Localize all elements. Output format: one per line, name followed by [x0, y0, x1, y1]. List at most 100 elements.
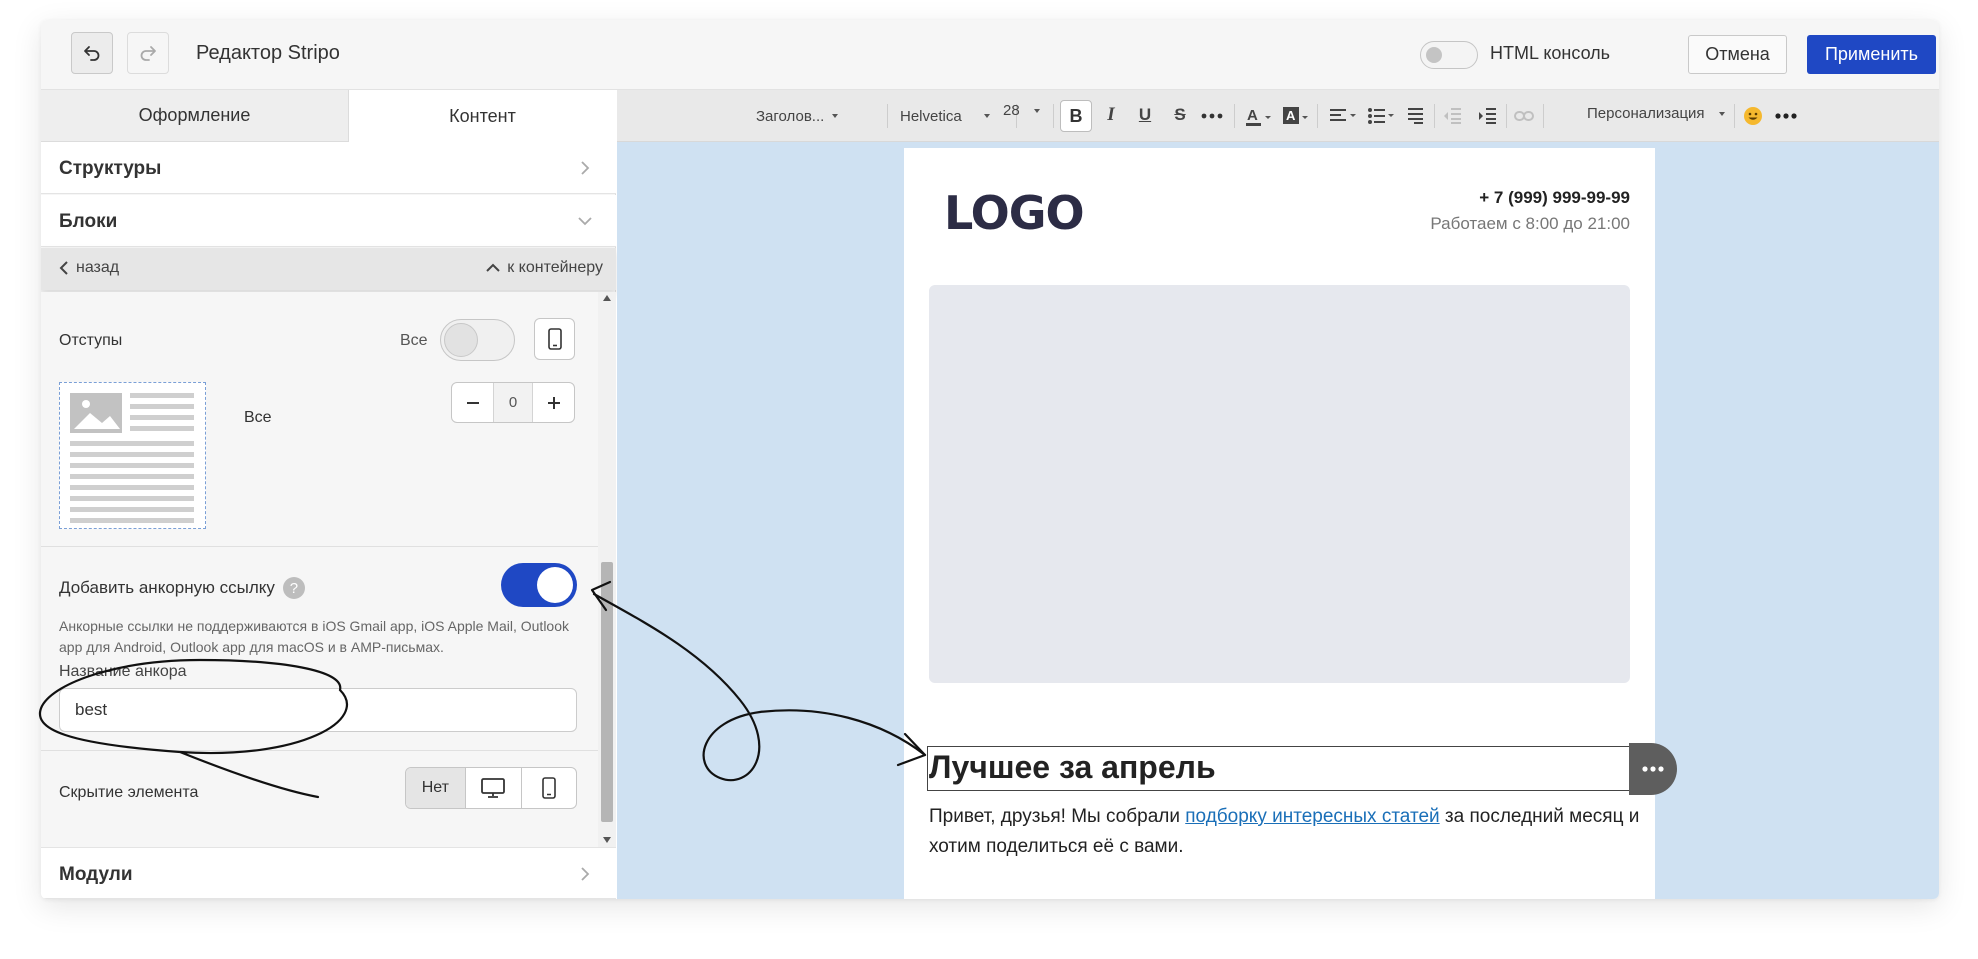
- hide-element-selector: Нет: [405, 767, 577, 809]
- articles-link[interactable]: подборку интересных статей: [1185, 806, 1439, 827]
- section-blocks[interactable]: Блоки: [41, 195, 616, 247]
- phone-number[interactable]: + 7 (999) 999-99-99: [1479, 188, 1630, 208]
- section-modules[interactable]: Модули: [41, 847, 616, 899]
- redo-icon: [140, 46, 156, 61]
- more-tools-icon[interactable]: [1775, 113, 1797, 119]
- section-label: Модули: [59, 864, 133, 885]
- scroll-down-arrow[interactable]: [603, 837, 611, 843]
- italic-button[interactable]: I: [1099, 104, 1123, 126]
- email-canvas[interactable]: LOGO + 7 (999) 999-99-99 Работаем с 8:00…: [617, 142, 1939, 899]
- divider: [41, 750, 598, 751]
- section-label: Структуры: [59, 158, 162, 179]
- hide-mobile-option[interactable]: [522, 768, 576, 808]
- back-link[interactable]: назад: [59, 259, 119, 277]
- tab-design[interactable]: Оформление: [41, 90, 349, 142]
- personalization-label: Персонализация: [1587, 105, 1705, 122]
- anchor-link-toggle[interactable]: [501, 563, 577, 607]
- cancel-button[interactable]: Отмена: [1688, 35, 1787, 74]
- to-container-link[interactable]: к контейнеру: [486, 259, 603, 277]
- logo[interactable]: LOGO: [944, 186, 1085, 240]
- redo-button[interactable]: [127, 32, 169, 74]
- strikethrough-button[interactable]: S: [1168, 105, 1192, 125]
- padding-stepper: 0: [451, 382, 575, 423]
- text-color-icon[interactable]: A: [1245, 106, 1273, 128]
- email-body-text[interactable]: Привет, друзья! Мы собрали подборку инте…: [929, 802, 1641, 862]
- app-title: Редактор Stripo: [196, 42, 340, 64]
- chevron-left-icon: [59, 261, 68, 275]
- padding-all-value-label: Все: [244, 409, 272, 426]
- chevron-down-icon: [578, 217, 592, 226]
- panel-scrollbar[interactable]: [598, 292, 616, 847]
- block-more-button[interactable]: [1629, 743, 1677, 795]
- scroll-up-arrow[interactable]: [603, 295, 611, 301]
- email-headline[interactable]: Лучшее за апрель: [929, 749, 1216, 786]
- toggle-knob: [537, 567, 573, 603]
- decrement-button[interactable]: [452, 383, 493, 422]
- html-console-toggle[interactable]: [1420, 41, 1478, 69]
- toolbar-separator: [1317, 104, 1318, 128]
- background-color-icon[interactable]: A: [1282, 106, 1310, 128]
- font-size-control[interactable]: 28: [1003, 102, 1040, 119]
- chevron-right-icon: [581, 867, 590, 881]
- anchor-name-input[interactable]: [59, 688, 577, 732]
- padding-all-toggle[interactable]: [440, 319, 515, 361]
- list-icon[interactable]: [1367, 107, 1397, 125]
- toggle-knob: [444, 323, 478, 357]
- anchor-name-label: Название анкора: [59, 663, 187, 680]
- anchor-link-label: Добавить анкорную ссылку ?: [59, 577, 305, 599]
- help-icon[interactable]: ?: [282, 577, 305, 599]
- more-dots-icon: [1642, 766, 1664, 772]
- indent-icon[interactable]: [1478, 107, 1498, 125]
- padding-preview: [59, 382, 206, 529]
- plus-icon: [547, 396, 560, 409]
- chevron-up-icon: [486, 263, 500, 272]
- toolbar-separator: [1053, 104, 1054, 128]
- block-nav-bar: назад к контейнеру: [41, 248, 616, 290]
- back-label: назад: [76, 259, 120, 276]
- outdent-icon[interactable]: [1443, 107, 1463, 125]
- underline-button[interactable]: U: [1133, 105, 1157, 125]
- align-left-icon[interactable]: [1329, 107, 1359, 125]
- font-size-value: 28: [1003, 102, 1020, 119]
- editor-window: Редактор Stripo HTML консоль Отмена Прим…: [41, 20, 1939, 899]
- settings-scroll-area[interactable]: Отступы Все Все 0 Добавить анкорную ссыл…: [41, 292, 616, 847]
- undo-button[interactable]: [71, 32, 113, 74]
- desktop-icon: [481, 778, 506, 798]
- top-bar: Редактор Stripo HTML консоль Отмена Прим…: [41, 20, 1939, 90]
- bold-button[interactable]: B: [1060, 100, 1092, 132]
- padding-all-label: Все: [400, 332, 428, 349]
- hide-desktop-option[interactable]: [466, 768, 523, 808]
- toolbar-separator: [1734, 104, 1735, 128]
- email-body[interactable]: LOGO + 7 (999) 999-99-99 Работаем с 8:00…: [904, 148, 1677, 899]
- body-text-start: Привет, друзья! Мы собрали: [929, 806, 1186, 827]
- mobile-padding-button[interactable]: [534, 318, 575, 360]
- hero-image-placeholder[interactable]: [929, 285, 1630, 683]
- format-toolbar-controls: 28 B I U S A A Персонализация: [617, 90, 1939, 142]
- line-height-icon[interactable]: [1406, 107, 1426, 125]
- padding-value[interactable]: 0: [493, 383, 533, 422]
- link-icon[interactable]: [1514, 109, 1534, 123]
- to-container-label: к контейнеру: [507, 259, 603, 276]
- scroll-thumb[interactable]: [601, 562, 613, 822]
- section-label: Блоки: [59, 211, 118, 232]
- padding-label: Отступы: [59, 332, 123, 349]
- undo-icon: [84, 46, 100, 61]
- hide-none-option[interactable]: Нет: [406, 768, 466, 808]
- section-structures[interactable]: Структуры: [41, 142, 616, 194]
- divider: [41, 546, 598, 547]
- toolbar-separator: [1434, 104, 1435, 128]
- block-preview-icon: [70, 393, 194, 523]
- increment-button[interactable]: [533, 383, 574, 422]
- apply-button[interactable]: Применить: [1807, 35, 1936, 74]
- more-text-styles-icon[interactable]: [1201, 113, 1223, 119]
- svg-text:A: A: [1286, 108, 1296, 123]
- emoji-icon[interactable]: [1743, 106, 1763, 126]
- anchor-link-text: Добавить анкорную ссылку: [59, 578, 275, 597]
- toolbar-separator: [1543, 104, 1544, 128]
- chevron-right-icon: [581, 161, 590, 175]
- minus-icon: [466, 401, 479, 404]
- working-hours[interactable]: Работаем с 8:00 до 21:00: [1430, 214, 1630, 234]
- personalization-dropdown[interactable]: Персонализация: [1587, 105, 1725, 122]
- tab-content[interactable]: Контент: [349, 90, 616, 142]
- anchor-support-note: Анкорные ссылки не поддерживаются в iOS …: [59, 618, 569, 655]
